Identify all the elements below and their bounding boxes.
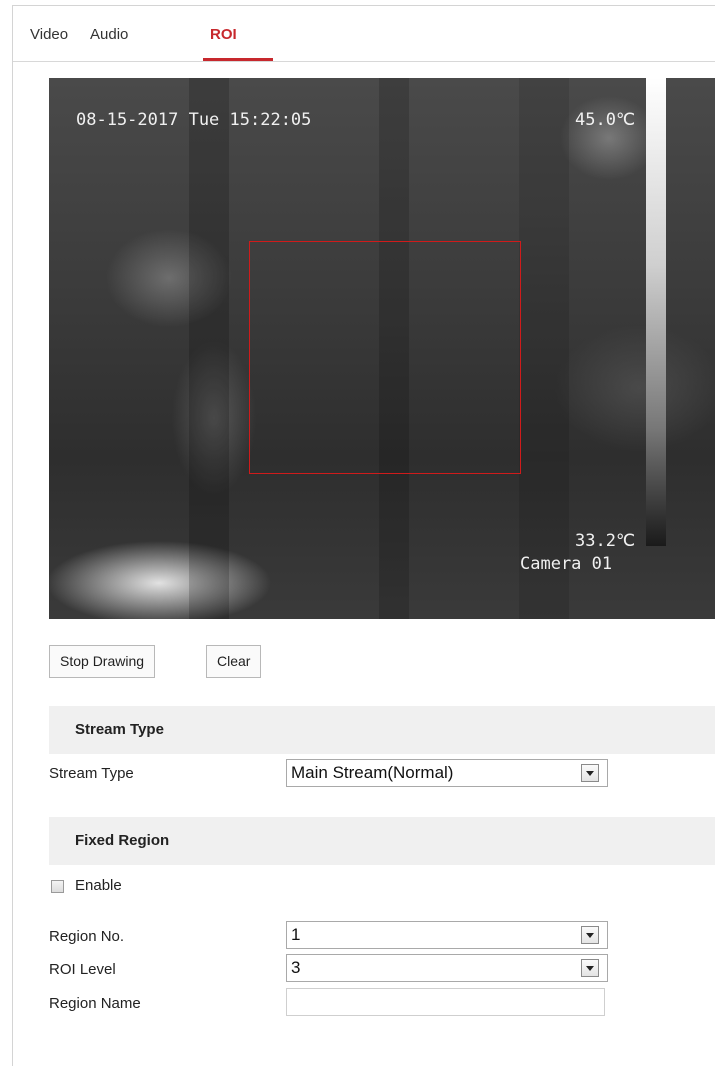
osd-datetime: 08-15-2017 Tue 15:22:05 — [76, 110, 312, 130]
roi-region-rectangle[interactable] — [249, 241, 521, 474]
panel-left-border — [12, 5, 13, 1066]
thermal-video-preview[interactable]: 08-15-2017 Tue 15:22:05 45.0℃ 33.2℃ Came… — [49, 78, 715, 619]
tab-audio[interactable]: Audio — [90, 26, 128, 43]
tab-roi[interactable]: ROI — [210, 26, 237, 43]
enable-label: Enable — [75, 877, 122, 894]
tab-video[interactable]: Video — [30, 26, 68, 43]
stream-type-label: Stream Type — [49, 765, 134, 782]
region-name-input[interactable] — [286, 988, 605, 1016]
roi-level-select[interactable]: 3 — [286, 954, 608, 982]
stream-type-section-header: Stream Type — [49, 706, 715, 754]
clear-button[interactable]: Clear — [206, 645, 262, 678]
tab-bar: Video Audio ROI — [13, 6, 715, 62]
region-no-label: Region No. — [49, 928, 125, 945]
chevron-down-icon[interactable] — [581, 926, 599, 944]
region-no-select[interactable]: 1 — [286, 921, 608, 949]
region-name-label: Region Name — [49, 995, 141, 1012]
region-no-value: 1 — [291, 925, 301, 944]
enable-checkbox[interactable] — [51, 880, 64, 893]
osd-max-temperature: 45.0℃ — [575, 110, 636, 130]
temperature-scale-bar — [646, 78, 666, 546]
stream-type-select[interactable]: Main Stream(Normal) — [286, 759, 608, 787]
roi-level-label: ROI Level — [49, 961, 116, 978]
stream-type-value: Main Stream(Normal) — [291, 763, 454, 782]
roi-level-value: 3 — [291, 958, 301, 977]
chevron-down-icon[interactable] — [581, 764, 599, 782]
video-shadow — [189, 78, 229, 619]
osd-min-temperature: 33.2℃ — [575, 531, 636, 551]
osd-camera-name: Camera 01 — [520, 554, 613, 574]
video-shadow — [519, 78, 569, 619]
active-tab-indicator — [203, 58, 273, 61]
chevron-down-icon[interactable] — [581, 959, 599, 977]
stop-drawing-button[interactable]: Stop Drawing — [49, 645, 156, 678]
fixed-region-section-header: Fixed Region — [49, 817, 715, 865]
